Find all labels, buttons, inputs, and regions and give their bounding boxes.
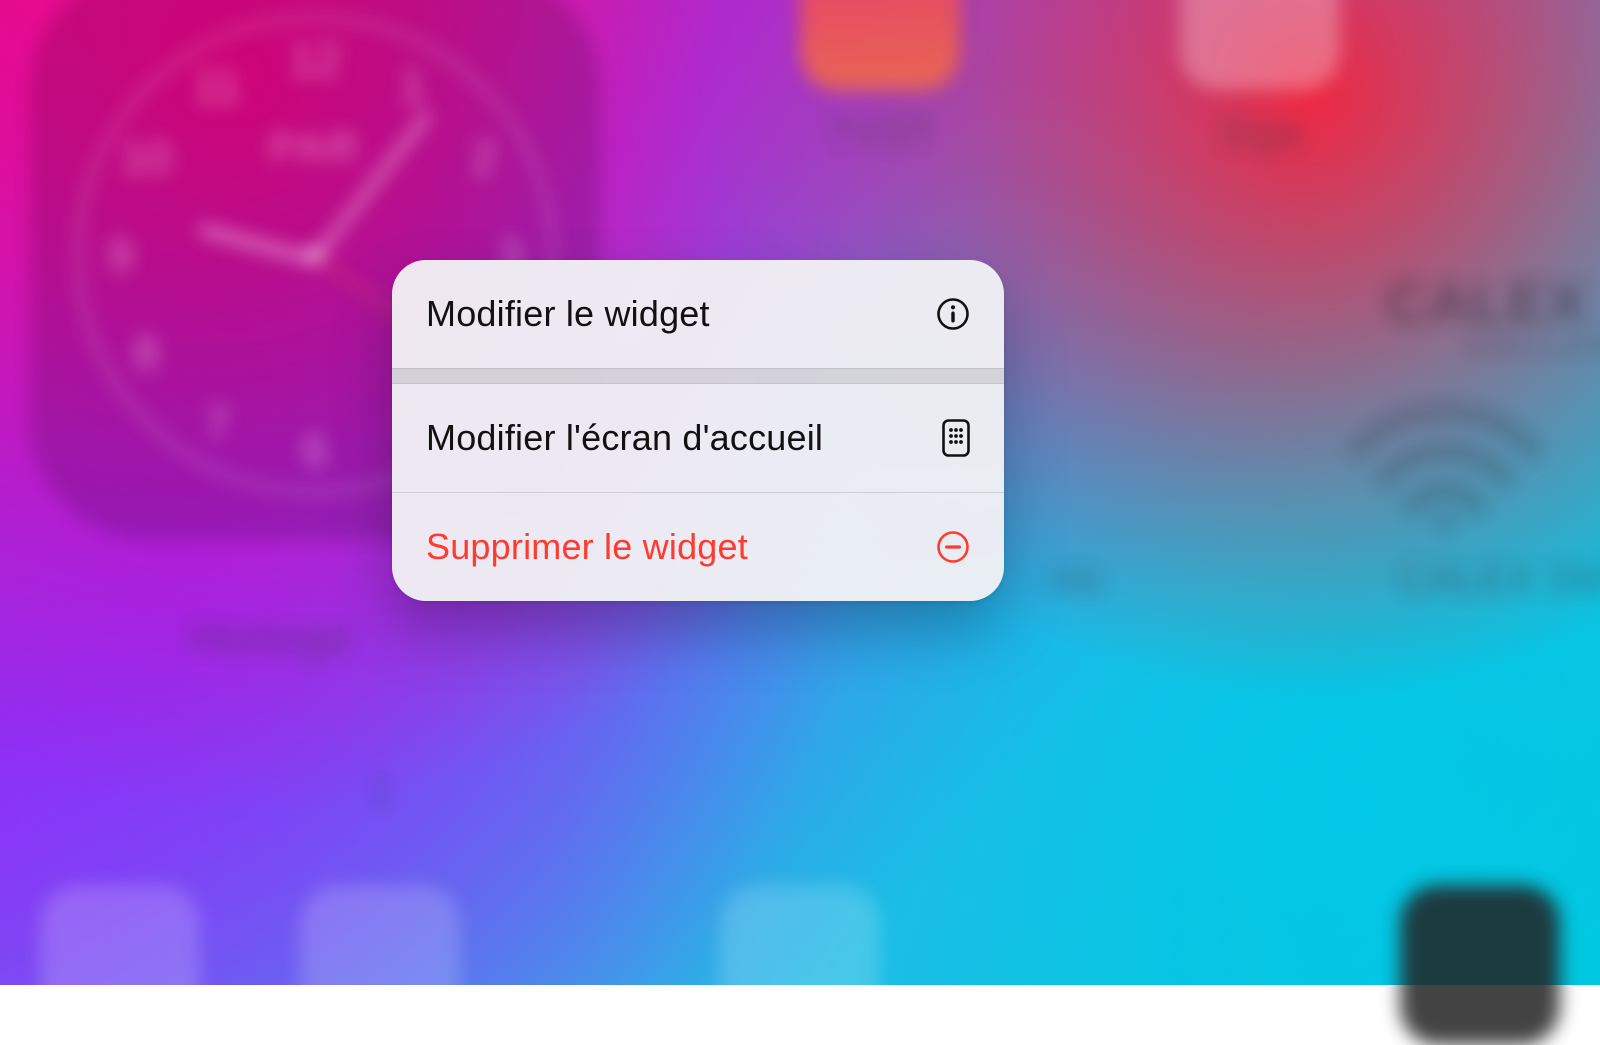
menu-item-edit-home[interactable]: Modifier l'écran d'accueil <box>392 384 1004 492</box>
clock-numeral: 7 <box>205 397 231 451</box>
minus-circle-icon <box>936 530 970 564</box>
clock-numeral: 11 <box>194 59 242 113</box>
info-icon <box>936 297 970 331</box>
app-siga[interactable]: Siga <box>1180 0 1340 156</box>
widget-context-menu: Modifier le widget Modifier l'écran d'ac… <box>392 260 1004 601</box>
dock-hint-number: 1 <box>370 770 392 815</box>
clock-numeral: 2 <box>471 131 497 185</box>
app-partial-nic[interactable]: nic <box>1050 555 1104 603</box>
clock-numeral: 6 <box>302 423 328 477</box>
clock-numeral: 9 <box>107 228 133 282</box>
menu-item-edit-widget-label: Modifier le widget <box>426 293 710 335</box>
clock-numeral: 1 <box>400 59 426 113</box>
app-tvst[interactable]: TVST <box>800 0 960 156</box>
clock-numeral: 12 <box>289 33 340 87</box>
dock-app-1[interactable] <box>40 885 200 1045</box>
dock-app-2[interactable] <box>300 885 460 1045</box>
apps-grid-icon <box>942 419 970 457</box>
app-tvst-icon <box>800 0 960 90</box>
clock-hour-hand <box>198 224 316 265</box>
dock-app-4[interactable] <box>1400 885 1560 1045</box>
app-partial-nic-label: nic <box>1050 555 1104 603</box>
clock-numeral: 10 <box>121 131 172 185</box>
app-siga-label: Siga <box>1180 108 1340 156</box>
clock-numeral: 8 <box>133 326 159 380</box>
calex-brand: CALEX <box>1385 270 1600 337</box>
clock-widget-label: Horloge <box>190 610 351 664</box>
menu-item-delete-widget[interactable]: Supprimer le widget <box>392 493 1004 601</box>
clock-center-pin <box>306 246 324 264</box>
calex-logo: CALEX HOLLAND <box>1385 270 1600 359</box>
calex-tagline: HOLLAND <box>1469 333 1600 359</box>
clock-city-code: PAR <box>269 124 361 172</box>
menu-item-edit-widget[interactable]: Modifier le widget <box>392 260 1004 368</box>
menu-item-edit-home-label: Modifier l'écran d'accueil <box>426 417 823 459</box>
app-calex-smart-label: CALEX SM <box>1398 555 1600 603</box>
dock-app-3[interactable] <box>720 885 880 1045</box>
menu-item-delete-widget-label: Supprimer le widget <box>426 526 748 568</box>
menu-separator-thick <box>392 368 1004 384</box>
app-tvst-label: TVST <box>800 108 960 156</box>
app-siga-icon <box>1180 0 1340 90</box>
wifi-icon <box>1345 390 1545 530</box>
app-calex-smart[interactable]: CALEX SM <box>1398 555 1600 603</box>
